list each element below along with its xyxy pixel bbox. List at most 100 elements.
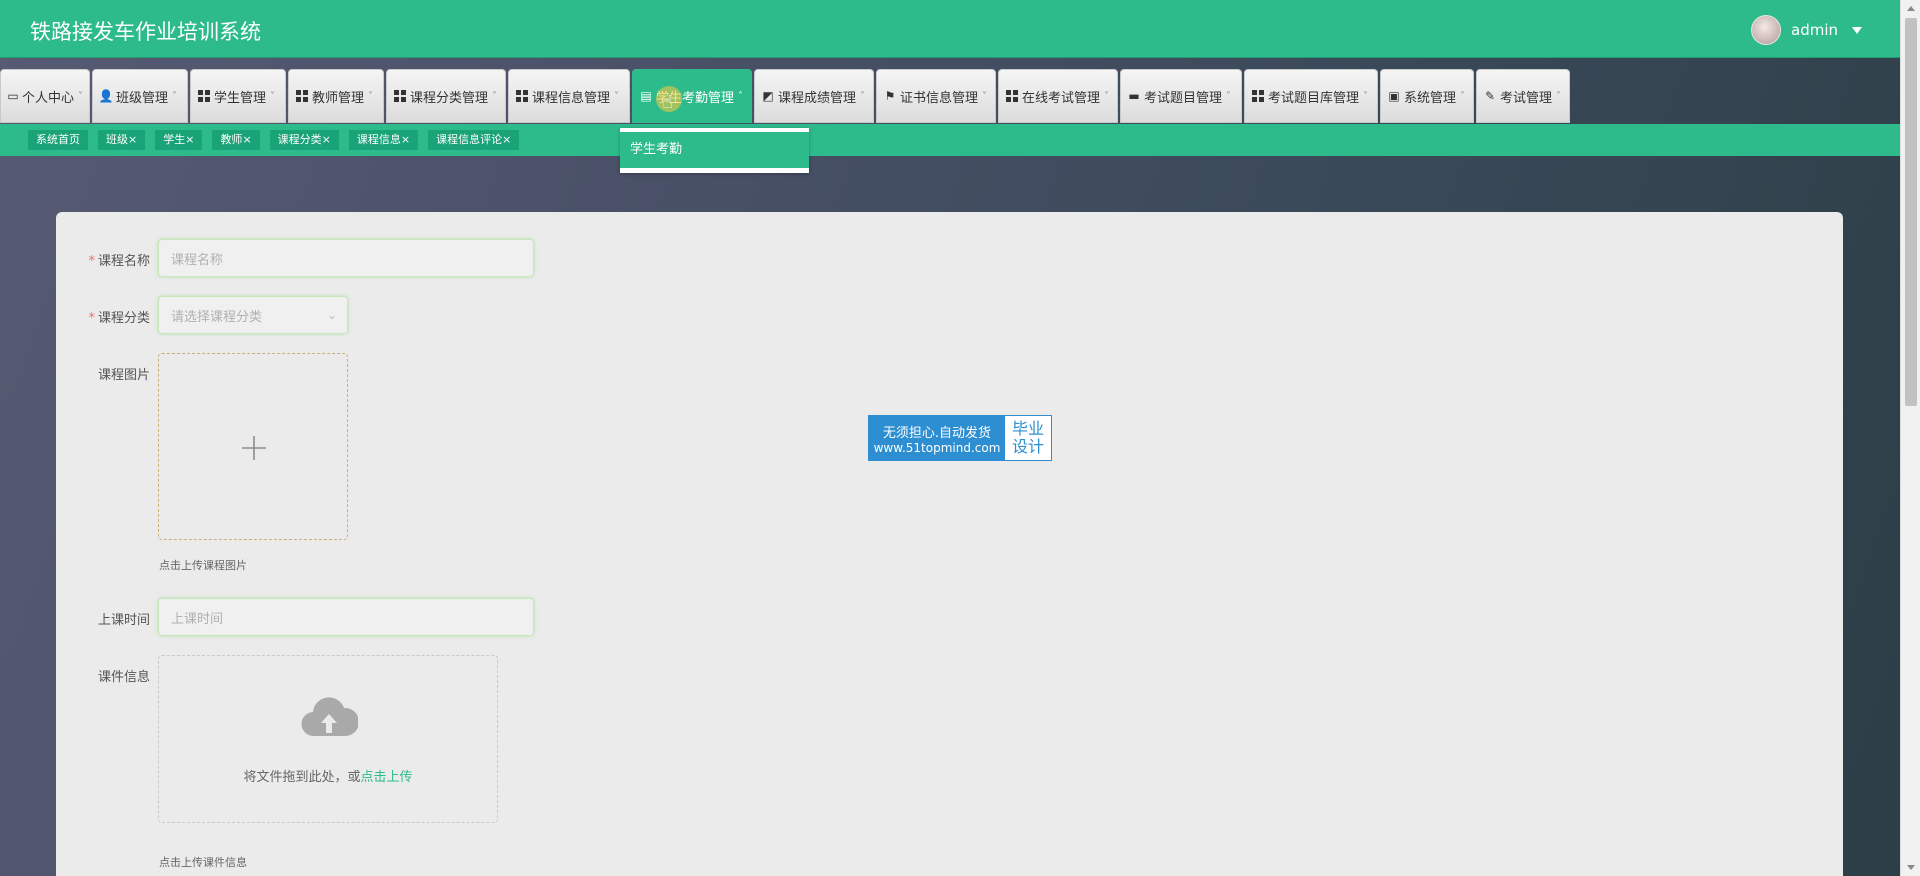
chevron-down-icon: ˅ — [1556, 90, 1562, 102]
user-icon: 👤 — [98, 89, 114, 103]
grid-icon — [1005, 89, 1019, 103]
menu-item-4[interactable]: 课程分类管理 ˅ — [386, 69, 506, 123]
watermark-line1: 无须担心.自动发货 — [882, 425, 992, 441]
course-image-hint: 点击上传课程图片 — [159, 559, 247, 572]
menu-item-label: 在线考试管理 — [1022, 90, 1101, 106]
courseware-label: 课件信息 — [97, 670, 150, 685]
inbox-icon: ▬ — [1128, 89, 1140, 103]
grid-icon — [1251, 89, 1265, 103]
username[interactable]: admin — [1791, 21, 1838, 39]
scroll-down-arrow-icon[interactable] — [1907, 865, 1915, 870]
chevron-down-icon: ˅ — [1226, 90, 1232, 102]
course-category-select[interactable]: 请选择课程分类 ⌄ — [158, 296, 348, 334]
edit-icon: ✎ — [1484, 89, 1496, 103]
close-icon[interactable]: × — [401, 133, 410, 146]
user-menu[interactable]: admin — [1751, 15, 1862, 45]
cloud-upload-icon — [301, 697, 358, 737]
courseware-dropzone[interactable]: 将文件拖到此处，或点击上传 — [158, 655, 498, 823]
dropzone-text: 将文件拖到此处，或点击上传 — [243, 770, 413, 785]
menu-item-1[interactable]: 👤 班级管理 ˅ — [92, 69, 188, 123]
menu-item-11[interactable]: 考试题目库管理 ˅ — [1244, 69, 1378, 123]
course-name-placeholder: 课程名称 — [171, 252, 224, 268]
submenu-item-student-attendance[interactable]: 学生考勤 — [620, 132, 809, 168]
watermark-right2: 设计 — [1011, 437, 1044, 456]
menu-item-label: 课程信息管理 — [532, 90, 611, 106]
tag-item[interactable]: 班级× — [98, 130, 146, 150]
course-category-label: * 课程分类 — [88, 311, 150, 326]
tags-list: 系统首页 班级× 学生× 教师× 课程分类× 课程信息× 课程信息评论× — [28, 130, 520, 150]
tag-item[interactable]: 课程信息× — [348, 130, 419, 150]
close-icon[interactable]: × — [502, 133, 511, 146]
menu-item-3[interactable]: 教师管理 ˅ — [288, 69, 384, 123]
close-icon[interactable]: × — [128, 133, 137, 146]
chevron-down-icon: ˅ — [860, 90, 866, 102]
close-icon[interactable]: × — [185, 133, 194, 146]
tag-bar: 系统首页 班级× 学生× 教师× 课程分类× 课程信息× 课程信息评论× — [0, 124, 1900, 156]
chevron-down-icon: ˅ — [982, 90, 988, 102]
tag-item[interactable]: 课程信息评论× — [428, 130, 520, 150]
menu-item-8[interactable]: ⚑ 证书信息管理 ˅ — [876, 69, 996, 123]
page-scrollbar[interactable] — [1900, 0, 1920, 876]
submenu-dropdown: 学生考勤 — [620, 128, 809, 173]
menu-item-0[interactable]: ▭ 个人中心 ˅ — [0, 69, 90, 123]
menu-item-label: 课程分类管理 — [410, 90, 489, 106]
menu-item-label: 考试管理 — [1500, 90, 1553, 106]
caret-down-icon[interactable] — [1852, 26, 1862, 34]
grid-icon — [515, 89, 529, 103]
course-image-upload[interactable] — [158, 353, 348, 540]
menu-item-label: 考试题目管理 — [1144, 90, 1223, 106]
chevron-up-icon: ˄ — [738, 90, 744, 102]
menu-item-label: 系统管理 — [1404, 90, 1457, 106]
briefcase-icon: ▣ — [1388, 89, 1400, 103]
tag-item[interactable]: 教师× — [212, 130, 260, 150]
menu-item-label: 学生管理 — [214, 90, 267, 106]
menu-item-7[interactable]: ◩ 课程成绩管理 ˅ — [754, 69, 874, 123]
course-name-input[interactable]: 课程名称 — [158, 239, 534, 277]
main-menu: ▭ 个人中心 ˅ 👤 班级管理 ˅ 学生管理 ˅ 教师管理 ˅ 课程分类管理 ˅ 课程信息管理 ˅ ▤ 学生考… — [0, 69, 1572, 123]
avatar[interactable] — [1751, 15, 1781, 45]
flag-icon: ⚑ — [884, 89, 896, 103]
watermark-badge: 无须担心.自动发货 www.51topmind.com 毕业 设计 — [868, 415, 1052, 461]
close-icon[interactable]: × — [242, 133, 251, 146]
menu-item-12[interactable]: ▣ 系统管理 ˅ — [1380, 69, 1474, 123]
watermark-line2: www.51topmind.com — [873, 440, 1001, 455]
menu-item-13[interactable]: ✎ 考试管理 ˅ — [1476, 69, 1570, 123]
plus-icon — [242, 436, 266, 460]
courseware-hint: 点击上传课件信息 — [159, 856, 247, 869]
menu-item-5[interactable]: 课程信息管理 ˅ — [508, 69, 630, 123]
menu-item-2[interactable]: 学生管理 ˅ — [190, 69, 286, 123]
menu-item-label: 班级管理 — [116, 90, 169, 106]
grid-icon — [393, 89, 407, 103]
menu-item-6[interactable]: ▤ 学生考勤管理 ˄ — [632, 69, 752, 123]
tag-item[interactable]: 系统首页 — [28, 130, 88, 150]
menu-item-9[interactable]: 在线考试管理 ˅ — [998, 69, 1118, 123]
course-name-label: * 课程名称 — [88, 254, 150, 269]
grid-icon — [197, 89, 211, 103]
app-title: 铁路接发车作业培训系统 — [30, 20, 261, 44]
class-time-label: 上课时间 — [97, 613, 150, 628]
chart-icon: ◩ — [762, 89, 774, 103]
chevron-down-icon: ˅ — [492, 90, 498, 102]
menu-item-label: 教师管理 — [312, 90, 365, 106]
click-upload-link[interactable]: 点击上传 — [361, 770, 413, 785]
scroll-thumb[interactable] — [1905, 18, 1917, 406]
course-category-placeholder: 请选择课程分类 — [171, 309, 263, 325]
clipboard-icon: ▤ — [640, 89, 652, 103]
calendar-icon: ▭ — [7, 89, 19, 103]
menu-item-label: 考试题目库管理 — [1268, 90, 1360, 106]
close-icon[interactable]: × — [322, 133, 331, 146]
chevron-down-icon: ˅ — [1363, 90, 1369, 102]
grid-icon — [295, 89, 309, 103]
class-time-input[interactable]: 上课时间 — [158, 598, 534, 636]
menu-item-10[interactable]: ▬ 考试题目管理 ˅ — [1120, 69, 1242, 123]
menu-item-label: 课程成绩管理 — [778, 90, 857, 106]
chevron-down-icon: ˅ — [368, 90, 374, 102]
menu-item-label: 个人中心 — [21, 90, 74, 106]
course-form-panel: * 课程名称 课程名称 * 课程分类 请选择课程分类 ⌄ 课程图片 点击上传课程图片… — [56, 212, 1843, 876]
tag-item[interactable]: 课程分类× — [269, 130, 339, 150]
watermark-right1: 毕业 — [1011, 419, 1044, 438]
chevron-down-icon: ˅ — [614, 90, 620, 102]
scroll-up-arrow-icon[interactable] — [1907, 6, 1915, 11]
chevron-down-icon: ˅ — [172, 90, 178, 102]
tag-item[interactable]: 学生× — [155, 130, 203, 150]
